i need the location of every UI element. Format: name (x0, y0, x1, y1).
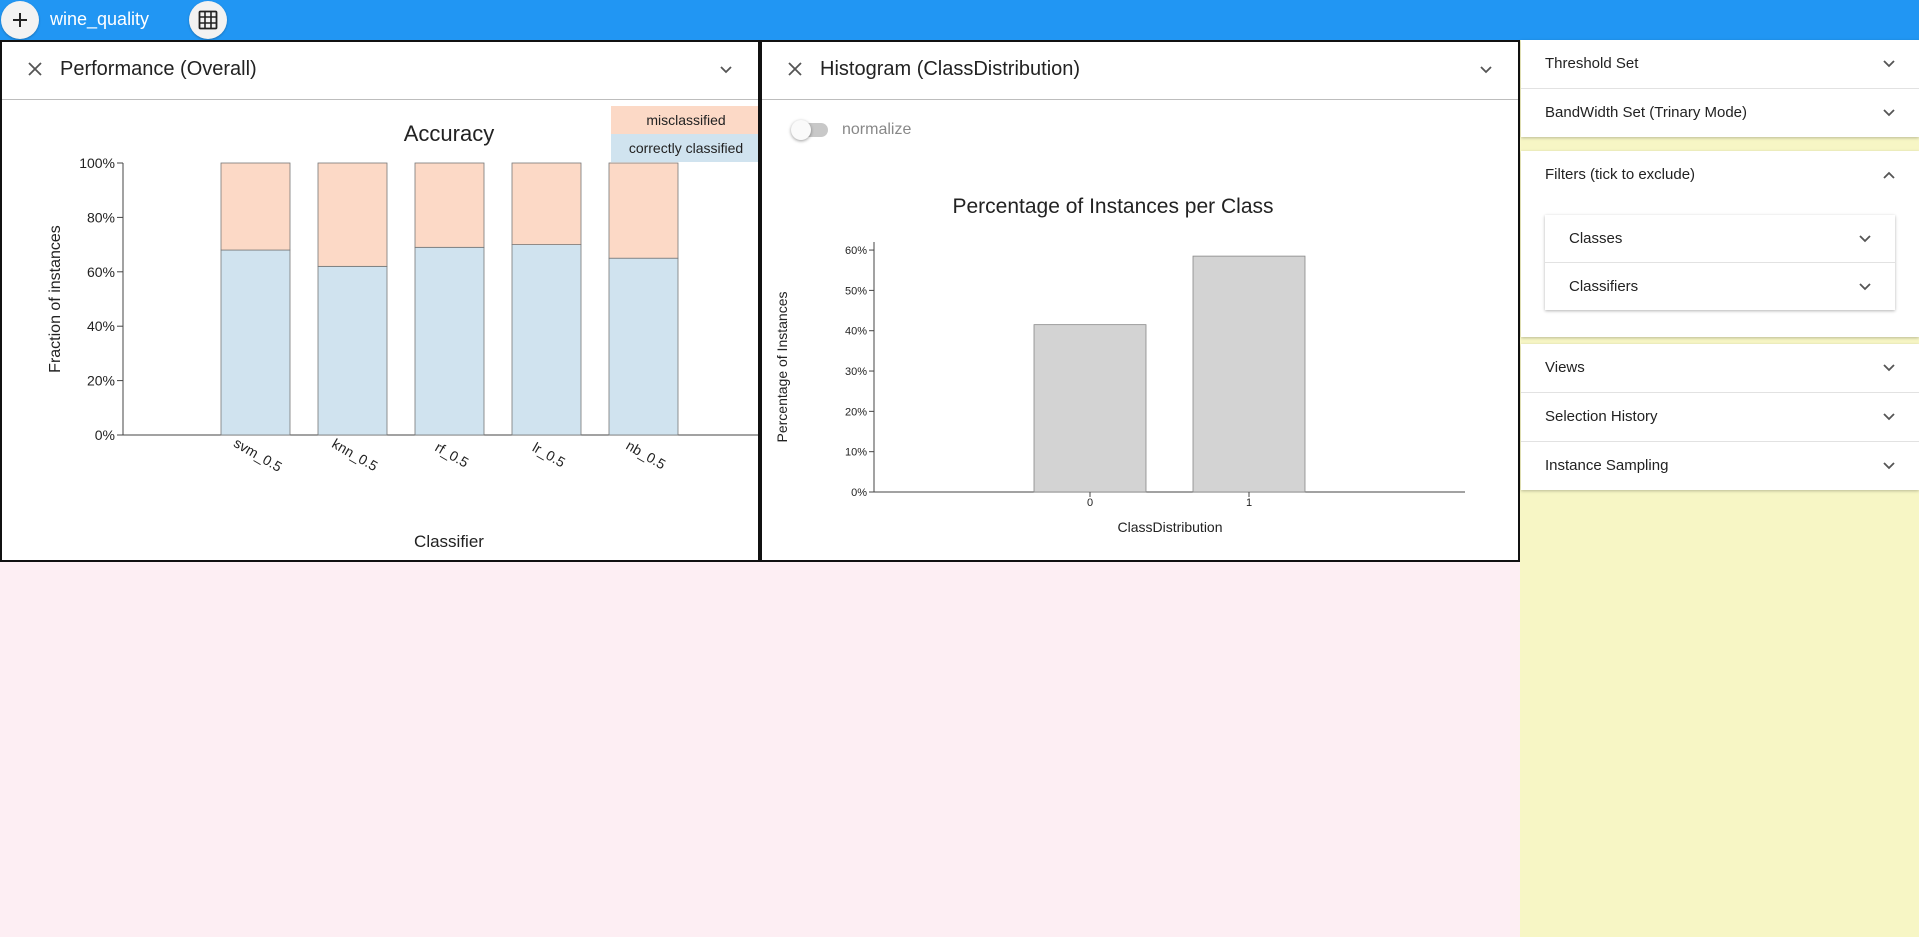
y-tick-label: 0% (95, 427, 115, 443)
performance-panel-header: Performance (Overall) (2, 42, 758, 100)
settings-accordion-group: Threshold Set BandWidth Set (Trinary Mod… (1521, 40, 1919, 137)
chevron-down-icon (1883, 109, 1895, 117)
views-accordion[interactable]: Views (1521, 344, 1919, 393)
bar-correct (511, 244, 582, 436)
histogram-bar (1033, 324, 1147, 493)
y-tick-label: 40% (845, 326, 867, 338)
chevron-down-icon (1859, 283, 1871, 291)
y-tick-label: 0% (851, 487, 867, 499)
selection-history-label: Selection History (1545, 408, 1658, 425)
accuracy-chart: Accuracy 0% 20% 40% 60% 80% 100% Fraction of in… (47, 121, 758, 551)
x-tick-label: 1 (1246, 497, 1252, 509)
bar-correct (220, 249, 291, 436)
y-tick-label: 10% (845, 447, 867, 459)
x-axis-label: ClassDistribution (1117, 519, 1222, 535)
bar-misclassified (220, 162, 291, 251)
class-distribution-chart: Percentage of Instances per Class 0% 10% 20… (774, 195, 1465, 535)
classifiers-label: Classifiers (1569, 278, 1639, 295)
tools-accordion-group: Views Selection History Instance Samplin… (1521, 344, 1919, 490)
chevron-down-icon (1883, 60, 1895, 68)
threshold-set-accordion[interactable]: Threshold Set (1521, 40, 1919, 89)
plus-icon (13, 13, 27, 27)
y-tick-label: 30% (845, 366, 867, 378)
top-app-bar: wine_quality (0, 0, 1919, 40)
bar-misclassified (317, 162, 388, 267)
bandwidth-set-label: BandWidth Set (Trinary Mode) (1545, 104, 1748, 121)
y-tick-label: 60% (845, 245, 867, 257)
x-tick-label: lr_0.5 (530, 439, 569, 470)
y-tick-label: 40% (87, 318, 115, 334)
y-axis-label: Percentage of Instances (774, 292, 790, 443)
bar-correct (317, 265, 388, 436)
views-label: Views (1545, 359, 1585, 376)
y-tick-label: 60% (87, 264, 115, 280)
classifiers-filter-accordion[interactable]: Classifiers (1545, 263, 1895, 310)
filters-accordion-header[interactable]: Filters (tick to exclude) (1521, 151, 1919, 199)
x-tick-label: svm_0.5 (231, 435, 285, 475)
x-tick-label: nb_0.5 (623, 437, 668, 472)
performance-panel: Performance (Overall) misclassified corr… (0, 40, 760, 562)
grid-icon (198, 10, 218, 30)
classes-filter-accordion[interactable]: Classes (1545, 215, 1895, 263)
bar-correct (608, 257, 679, 436)
classes-label: Classes (1569, 230, 1623, 247)
chevron-down-icon[interactable] (720, 66, 732, 74)
histogram-panel-title: Histogram (ClassDistribution) (820, 58, 1081, 80)
y-tick-label: 100% (79, 155, 115, 171)
y-axis-label: Fraction of instances (47, 225, 64, 373)
y-tick-label: 50% (845, 285, 867, 297)
chevron-down-icon (1883, 364, 1895, 372)
histogram-bar (1192, 255, 1306, 493)
instance-sampling-label: Instance Sampling (1545, 457, 1669, 474)
performance-panel-title: Performance (Overall) (60, 58, 257, 80)
y-tick-label: 20% (87, 373, 115, 389)
filters-accordion: Filters (tick to exclude) Classes Classi… (1521, 151, 1919, 337)
y-tick-label: 80% (87, 209, 115, 225)
x-tick-label: 0 (1087, 497, 1093, 509)
filters-label: Filters (tick to exclude) (1545, 166, 1696, 183)
grid-layout-button[interactable] (189, 1, 227, 39)
chevron-down-icon (1859, 235, 1871, 243)
threshold-set-label: Threshold Set (1545, 55, 1639, 72)
x-tick-label: knn_0.5 (329, 435, 380, 474)
histogram-panel-header: Histogram (ClassDistribution) (762, 42, 1518, 100)
chevron-down-icon[interactable] (1480, 66, 1492, 74)
chevron-down-icon (1883, 462, 1895, 470)
sidebar: Threshold Set BandWidth Set (Trinary Mod… (1520, 40, 1919, 937)
add-view-button[interactable] (1, 1, 39, 39)
close-icon[interactable] (788, 62, 802, 76)
bar-misclassified (414, 162, 485, 248)
y-tick-label: 20% (845, 406, 867, 418)
chevron-up-icon (1883, 171, 1895, 179)
filters-sub-accordion: Classes Classifiers (1545, 215, 1895, 310)
bandwidth-set-accordion[interactable]: BandWidth Set (Trinary Mode) (1521, 89, 1919, 137)
x-axis-label: Classifier (414, 532, 484, 551)
x-tick-label: rf_0.5 (432, 439, 471, 471)
close-icon[interactable] (28, 62, 42, 76)
dataset-title: wine_quality (50, 9, 150, 29)
histogram-title: Percentage of Instances per Class (952, 195, 1273, 218)
histogram-panel: Histogram (ClassDistribution) normalize … (760, 40, 1520, 562)
bar-misclassified (608, 162, 679, 259)
instance-sampling-accordion[interactable]: Instance Sampling (1521, 442, 1919, 490)
chart-title: Accuracy (404, 121, 494, 146)
selection-history-accordion[interactable]: Selection History (1521, 393, 1919, 442)
chevron-down-icon (1883, 413, 1895, 421)
bar-misclassified (511, 162, 582, 245)
bar-correct (414, 246, 485, 436)
